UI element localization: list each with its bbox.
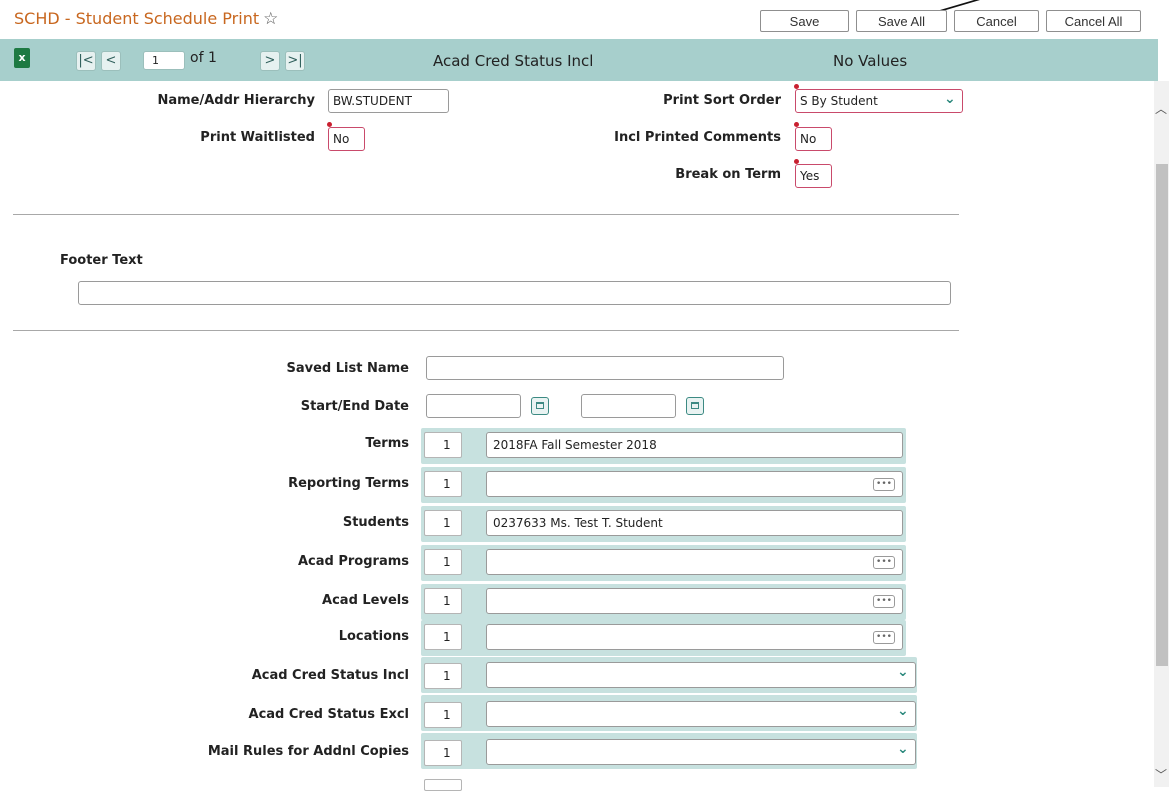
print-sort-order-select[interactable]: S By Student (795, 89, 963, 113)
multi-row-label: Acad Cred Status Excl (248, 707, 409, 722)
acad-levels-input[interactable] (486, 588, 903, 614)
name-addr-hierarchy-input[interactable]: BW.STUDENT (328, 89, 449, 113)
print-sort-order-label: Print Sort Order (663, 93, 781, 108)
chevron-down-icon[interactable]: ⌄ (897, 703, 909, 719)
print-sort-order-value: S By Student (800, 94, 878, 108)
footer-text-label: Footer Text (60, 253, 143, 268)
saved-list-name-label: Saved List Name (286, 361, 410, 376)
multi-row-label: Students (342, 515, 409, 530)
required-indicator-icon (327, 122, 332, 127)
page-title-text: SCHD - Student Schedule Print (14, 9, 260, 28)
multi-row-label: Reporting Terms (288, 476, 409, 491)
row-number-input[interactable]: 1 (424, 471, 462, 497)
current-field-label: Acad Cred Status Incl (433, 52, 594, 70)
scroll-down-icon[interactable]: ﹀ (1155, 766, 1167, 783)
page-number-input[interactable]: 1 (143, 51, 185, 70)
cancel-all-button[interactable]: Cancel All (1046, 10, 1141, 32)
row-number-input[interactable]: 1 (424, 549, 462, 575)
multi-row-label: Terms (365, 436, 409, 451)
row-number-input[interactable]: 1 (424, 702, 462, 728)
incl-printed-comments-input[interactable]: No (795, 127, 832, 151)
row-number-input[interactable] (424, 779, 462, 791)
name-addr-hierarchy-label: Name/Addr Hierarchy (157, 93, 315, 108)
excel-export-icon[interactable]: x (14, 48, 30, 68)
required-indicator-icon (794, 122, 799, 127)
calendar-icon[interactable] (531, 397, 549, 415)
scrollbar-thumb[interactable] (1156, 164, 1168, 666)
incl-printed-comments-label: Incl Printed Comments (614, 130, 781, 145)
row-number-input[interactable]: 1 (424, 740, 462, 766)
favorite-star-icon[interactable]: ☆ (263, 9, 278, 29)
mail-rules-select[interactable] (486, 739, 916, 765)
last-record-icon[interactable]: >| (285, 51, 305, 71)
record-toolbar: x |< < 1 of 1 > >| Acad Cred Status Incl… (0, 39, 1158, 81)
save-all-button[interactable]: Save All (856, 10, 947, 32)
scroll-up-icon[interactable]: ︿ (1155, 100, 1167, 117)
multi-row-label: Mail Rules for Addnl Copies (207, 744, 409, 759)
print-waitlisted-input[interactable]: No (328, 127, 365, 151)
locations-input[interactable] (486, 624, 903, 650)
cursor-mark-icon (940, 0, 980, 10)
start-end-date-label: Start/End Date (300, 399, 409, 414)
multi-row-label: Locations (338, 629, 409, 644)
section-divider (13, 214, 959, 215)
saved-list-name-input[interactable] (426, 356, 784, 380)
multi-row-label: Acad Cred Status Incl (251, 668, 409, 683)
acad-cred-status-incl-select[interactable] (486, 662, 916, 688)
lookup-dots-icon[interactable]: ••• (873, 595, 895, 608)
multi-row-label: Acad Programs (297, 554, 409, 569)
lookup-dots-icon[interactable]: ••• (873, 631, 895, 644)
lookup-dots-icon[interactable]: ••• (873, 478, 895, 491)
next-record-icon[interactable]: > (260, 51, 280, 71)
cancel-button[interactable]: Cancel (954, 10, 1039, 32)
first-record-icon[interactable]: |< (76, 51, 96, 71)
multi-row-label: Acad Levels (322, 593, 409, 608)
print-waitlisted-label: Print Waitlisted (200, 130, 315, 145)
start-date-input[interactable] (426, 394, 521, 418)
break-on-term-input[interactable]: Yes (795, 164, 832, 188)
chevron-down-icon[interactable]: ⌄ (897, 664, 909, 680)
row-number-input[interactable]: 1 (424, 663, 462, 689)
terms-input[interactable]: 2018FA Fall Semester 2018 (486, 432, 903, 458)
reporting-terms-input[interactable] (486, 471, 903, 497)
students-input[interactable]: 0237633 Ms. Test T. Student (486, 510, 903, 536)
field-values-status: No Values (833, 52, 908, 70)
chevron-down-icon[interactable]: ⌄ (944, 91, 956, 107)
section-divider (13, 330, 959, 331)
lookup-dots-icon[interactable]: ••• (873, 556, 895, 569)
acad-cred-status-excl-select[interactable] (486, 701, 916, 727)
calendar-icon[interactable] (686, 397, 704, 415)
end-date-input[interactable] (581, 394, 676, 418)
row-number-input[interactable]: 1 (424, 510, 462, 536)
acad-programs-input[interactable] (486, 549, 903, 575)
break-on-term-label: Break on Term (675, 167, 781, 182)
chevron-down-icon[interactable]: ⌄ (897, 741, 909, 757)
footer-text-input[interactable] (78, 281, 951, 305)
previous-record-icon[interactable]: < (101, 51, 121, 71)
row-number-input[interactable]: 1 (424, 432, 462, 458)
required-indicator-icon (794, 84, 799, 89)
required-indicator-icon (794, 159, 799, 164)
page-title: SCHD - Student Schedule Print ☆ (14, 9, 278, 29)
save-button[interactable]: Save (760, 10, 849, 32)
row-number-input[interactable]: 1 (424, 588, 462, 614)
row-number-input[interactable]: 1 (424, 624, 462, 650)
page-count-label: of 1 (190, 50, 217, 66)
